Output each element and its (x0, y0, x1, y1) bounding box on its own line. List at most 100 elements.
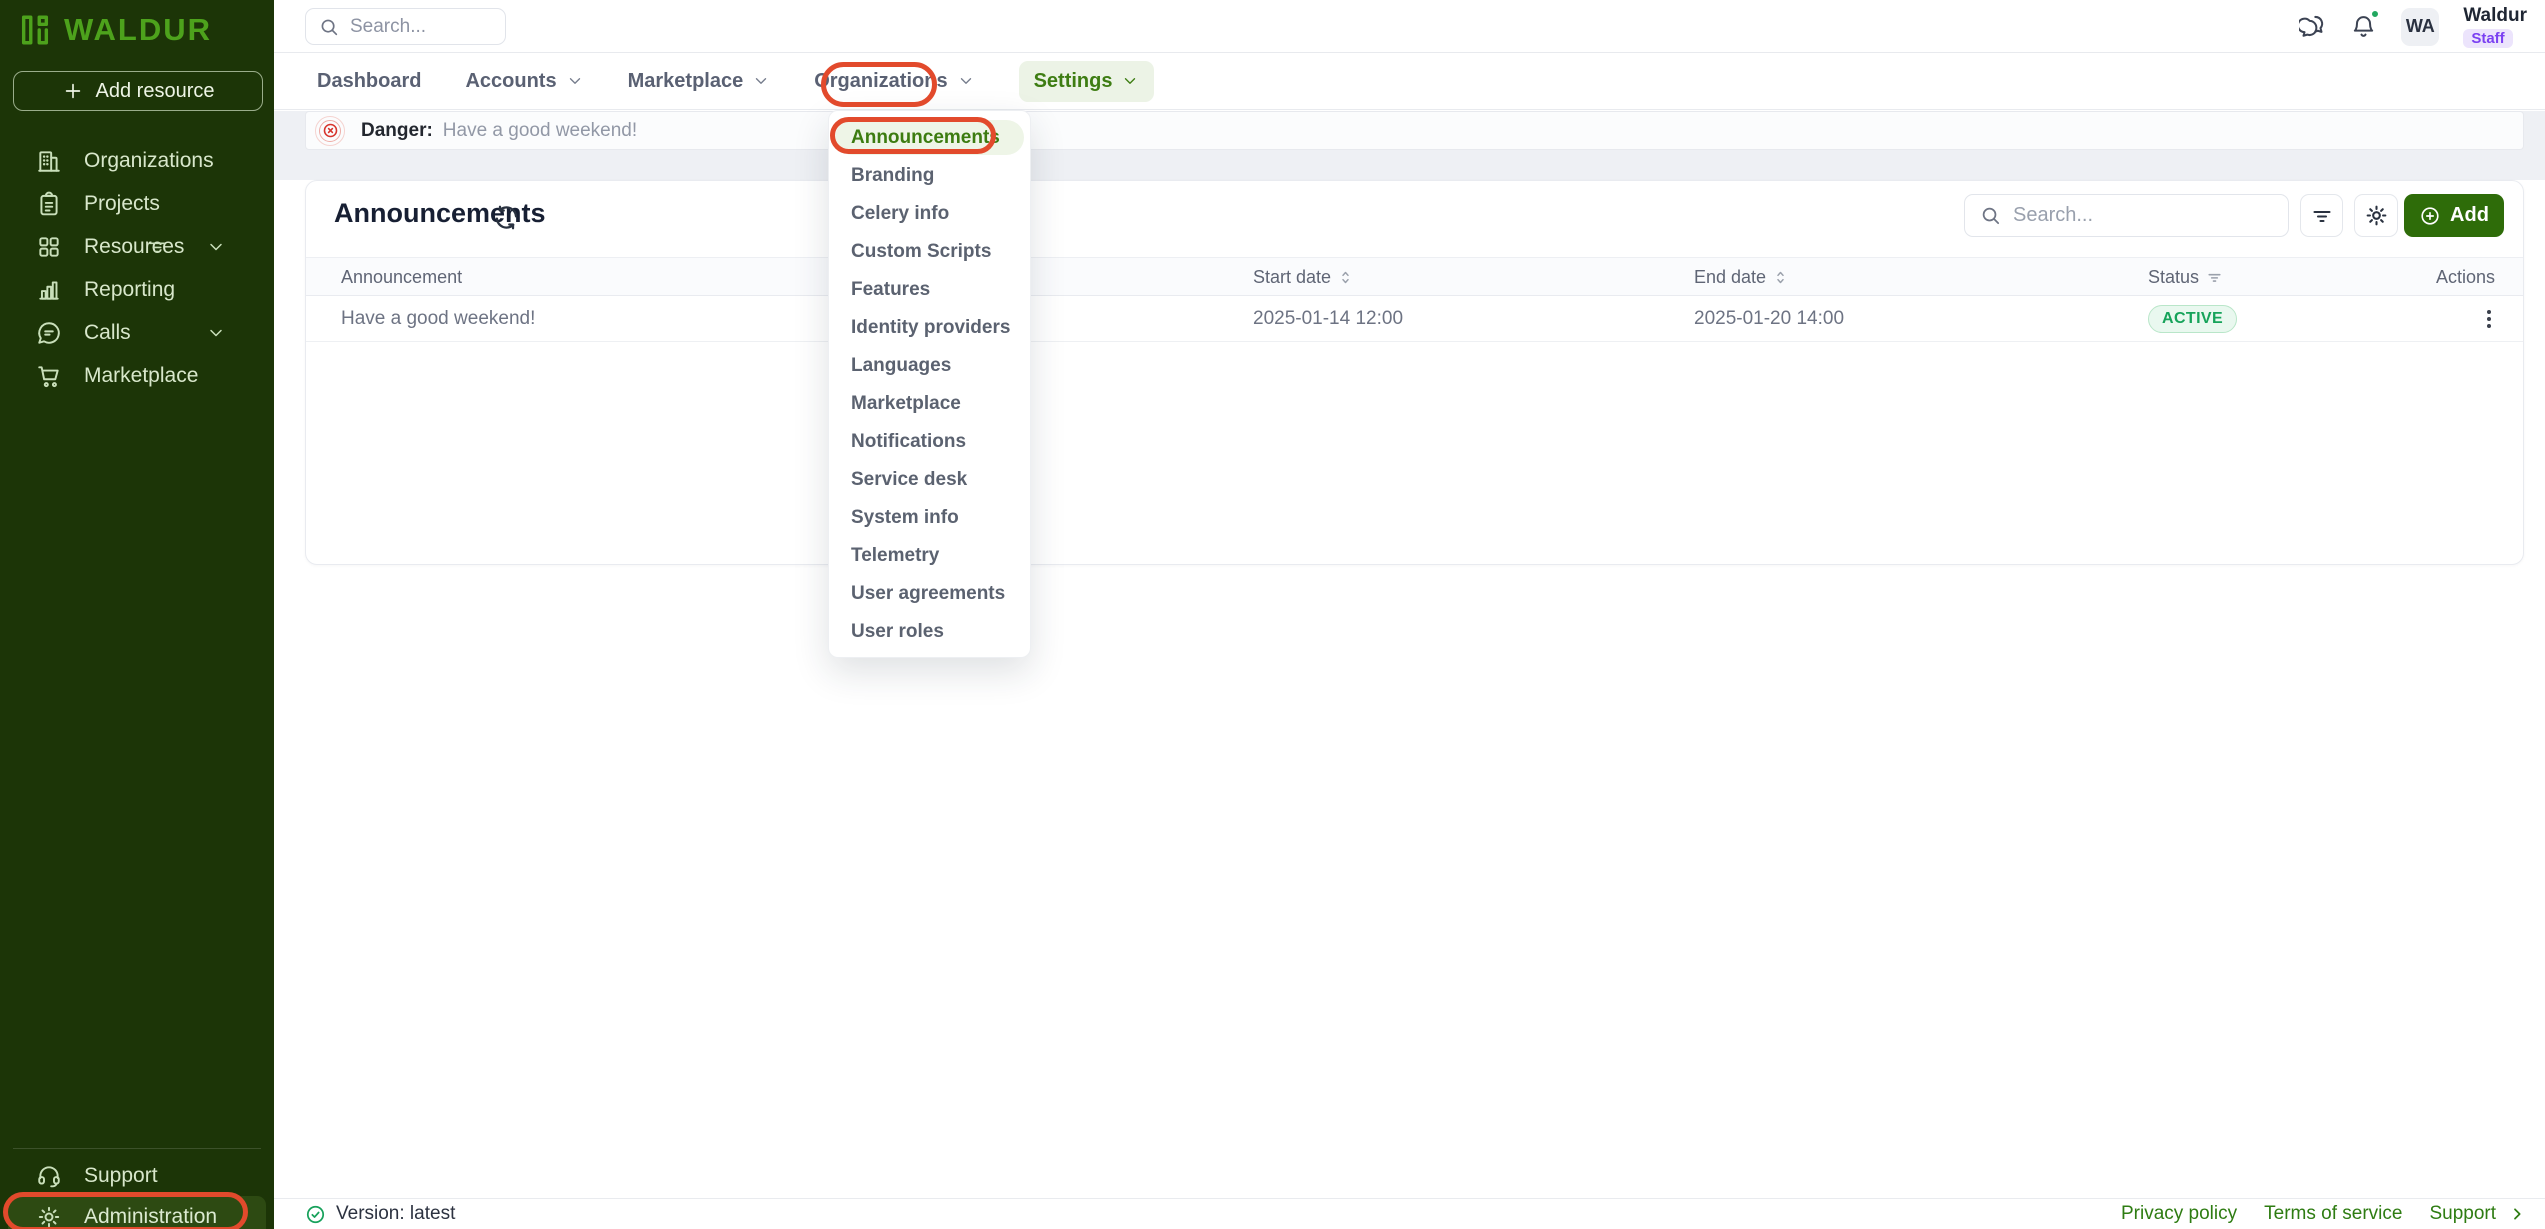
chevron-down-icon (957, 72, 975, 90)
sidebar-item-reporting[interactable]: Reporting (0, 268, 274, 311)
filter-icon[interactable] (2206, 269, 2223, 286)
search-icon (318, 16, 340, 38)
menu-item-service-desk[interactable]: Service desk (829, 461, 1030, 499)
terms-of-service-link[interactable]: Terms of service (2264, 1203, 2402, 1225)
menu-item-user-roles[interactable]: User roles (829, 613, 1030, 651)
col-end-date[interactable]: End date (1694, 258, 1788, 297)
table-settings-button[interactable] (2354, 194, 2398, 237)
search-icon (1979, 204, 2002, 227)
sidebar-nav: Organizations Projects Resources (0, 139, 274, 397)
col-announcement[interactable]: Announcement (341, 258, 462, 297)
alert-prefix: Danger: (361, 120, 433, 142)
chevron-down-icon[interactable] (206, 237, 248, 257)
menu-item-notifications[interactable]: Notifications (829, 423, 1030, 461)
notification-dot (2370, 9, 2380, 19)
notifications-bell-icon[interactable] (2350, 13, 2377, 40)
sidebar-divider (13, 1148, 261, 1149)
clipboard-icon (36, 191, 84, 217)
menu-item-user-agreements[interactable]: User agreements (829, 575, 1030, 613)
table-row[interactable]: Have a good weekend! 2025-01-14 12:00 20… (306, 296, 2523, 342)
menu-item-telemetry[interactable]: Telemetry (829, 537, 1030, 575)
menu-item-custom-scripts[interactable]: Custom Scripts (829, 233, 1030, 271)
global-search[interactable] (305, 8, 506, 45)
menu-item-branding[interactable]: Branding (829, 157, 1030, 195)
chevron-down-icon (1121, 72, 1139, 90)
waldur-admin-screen: WALDUR Add resource Organizations (0, 0, 2545, 1229)
chevron-right-icon[interactable] (2509, 1206, 2525, 1222)
menu-item-system-info[interactable]: System info (829, 499, 1030, 537)
bar-chart-icon (36, 277, 84, 303)
table-filter-button[interactable] (2300, 194, 2343, 237)
sidebar-item-support[interactable]: Support (0, 1154, 274, 1197)
menu-item-marketplace[interactable]: Marketplace (829, 385, 1030, 423)
status-badge: ACTIVE (2148, 305, 2237, 333)
nav-accounts[interactable]: Accounts (465, 70, 583, 93)
add-resource-button[interactable]: Add resource (13, 71, 263, 111)
nav-dashboard[interactable]: Dashboard (317, 70, 421, 93)
chevron-down-icon (752, 72, 770, 90)
refresh-icon[interactable] (493, 204, 520, 231)
plus-circle-icon (2419, 205, 2441, 227)
sidebar-item-projects[interactable]: Projects (0, 182, 274, 225)
announcements-card: Announcements (305, 180, 2524, 565)
menu-item-languages[interactable]: Languages (829, 347, 1030, 385)
sidebar-item-calls[interactable]: Calls (0, 311, 274, 354)
waldur-logo-icon (18, 13, 52, 47)
sidebar-item-administration[interactable]: Administration (8, 1196, 266, 1229)
sort-icon[interactable] (1773, 270, 1788, 285)
footer: Version: latest Privacy policy Terms of … (274, 1198, 2545, 1229)
global-search-input[interactable] (350, 16, 490, 38)
col-status[interactable]: Status (2148, 258, 2223, 297)
add-button[interactable]: Add (2404, 194, 2504, 237)
main-navbar: Dashboard Accounts Marketplace Organizat… (274, 53, 2545, 110)
cell-actions (2483, 296, 2495, 342)
staff-badge: Staff (2463, 29, 2512, 48)
cart-icon (36, 363, 84, 389)
version-label: Version: latest (336, 1203, 455, 1225)
table-search[interactable] (1964, 194, 2289, 237)
cell-start-date: 2025-01-14 12:00 (1253, 296, 1403, 342)
danger-alert: Danger: Have a good weekend! (305, 111, 2524, 150)
building-icon (36, 148, 84, 174)
chat-bubble-icon (36, 320, 84, 346)
messages-icon[interactable] (2299, 13, 2326, 40)
user-menu[interactable]: Waldur Staff (2463, 5, 2527, 48)
headset-icon (36, 1163, 84, 1189)
privacy-policy-link[interactable]: Privacy policy (2121, 1203, 2237, 1225)
waldur-logo[interactable]: WALDUR (18, 12, 212, 48)
settings-dropdown-menu: Announcements Branding Celery info Custo… (828, 110, 1031, 658)
sidebar-item-resources[interactable]: Resources (0, 225, 274, 268)
cell-announcement: Have a good weekend! (341, 296, 535, 342)
cell-end-date: 2025-01-20 14:00 (1694, 296, 1844, 342)
gear-icon (2364, 203, 2389, 228)
avatar[interactable]: WA (2401, 8, 2439, 46)
menu-item-celery-info[interactable]: Celery info (829, 195, 1030, 233)
filter-icon[interactable] (146, 236, 190, 258)
col-start-date[interactable]: Start date (1253, 258, 1353, 297)
logo-text: WALDUR (64, 12, 212, 48)
support-link[interactable]: Support (2429, 1203, 2496, 1225)
sidebar: WALDUR Add resource Organizations (0, 0, 274, 1229)
filter-icon (2310, 204, 2334, 228)
sort-icon[interactable] (1338, 270, 1353, 285)
nav-marketplace[interactable]: Marketplace (628, 70, 771, 93)
alert-message: Have a good weekend! (443, 120, 637, 142)
topbar: WA Waldur Staff (274, 0, 2545, 53)
chevron-down-icon (566, 72, 584, 90)
col-actions: Actions (2436, 258, 2495, 297)
menu-item-features[interactable]: Features (829, 271, 1030, 309)
nav-organizations[interactable]: Organizations (814, 70, 974, 93)
sidebar-item-organizations[interactable]: Organizations (0, 139, 274, 182)
menu-item-announcements[interactable]: Announcements (835, 120, 1024, 155)
nav-settings[interactable]: Settings (1019, 61, 1155, 102)
table-search-input[interactable] (2013, 204, 2263, 227)
check-circle-icon (305, 1204, 326, 1225)
row-actions-kebab-icon[interactable] (2483, 306, 2495, 332)
chevron-down-icon[interactable] (206, 323, 248, 343)
sidebar-item-marketplace[interactable]: Marketplace (0, 354, 274, 397)
cell-status: ACTIVE (2148, 296, 2237, 342)
version-info: Version: latest (305, 1203, 455, 1225)
table-header: Announcement Start date End date Status … (306, 257, 2523, 296)
menu-item-identity-providers[interactable]: Identity providers (829, 309, 1030, 347)
grid-icon (36, 234, 84, 260)
